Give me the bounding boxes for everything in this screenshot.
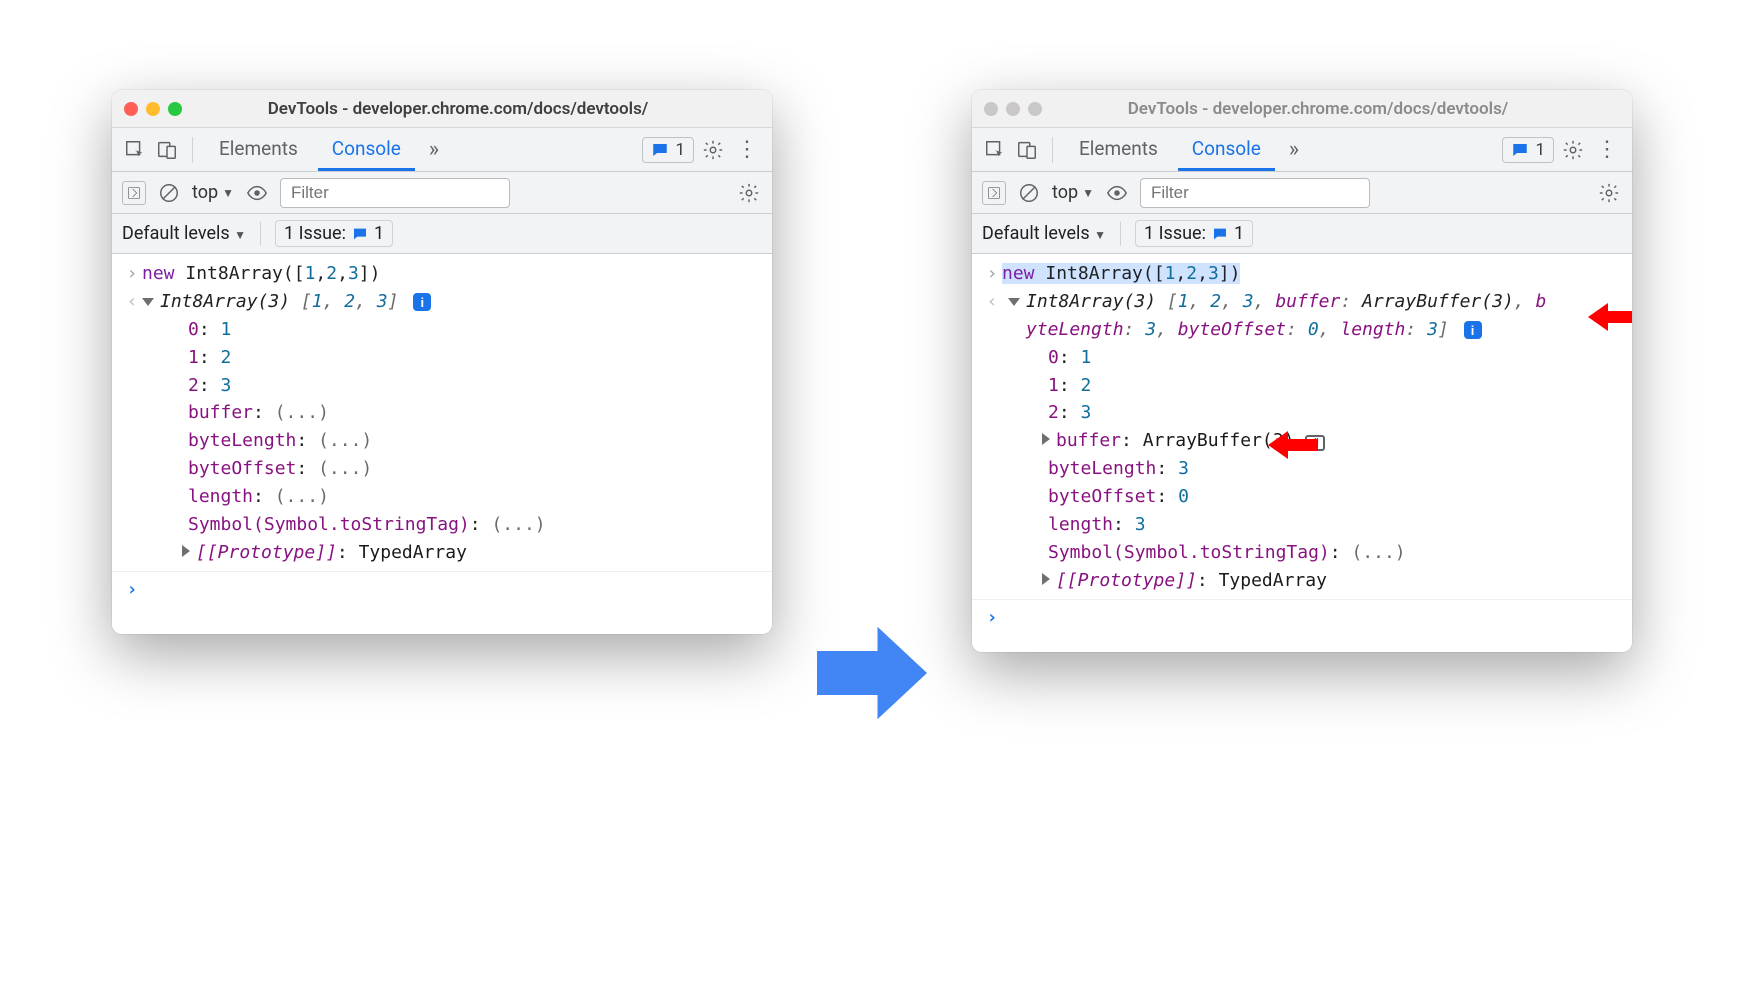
console-prompt[interactable]: › <box>972 604 1632 632</box>
tab-console[interactable]: Console <box>318 128 415 171</box>
window-title: DevTools - developer.chrome.com/docs/dev… <box>196 99 760 119</box>
console-result[interactable]: ‹ Int8Array(3) [1, 2, 3] i <box>112 288 772 316</box>
prototype-row[interactable]: [[Prototype]]: TypedArray <box>972 567 1632 595</box>
message-icon <box>1212 226 1228 242</box>
clear-console-icon[interactable] <box>156 180 182 206</box>
callout-arrow-icon <box>1268 428 1318 467</box>
object-property[interactable]: byteOffset: (...) <box>112 455 772 483</box>
issues-badge[interactable]: 1 <box>642 137 694 163</box>
message-icon <box>1511 141 1529 159</box>
info-icon[interactable]: i <box>1464 321 1482 339</box>
issues-count: 1 <box>675 140 685 160</box>
object-property[interactable]: Symbol(Symbol.toStringTag): (...) <box>112 511 772 539</box>
console-toolbar: top▼ <box>972 172 1632 214</box>
tabs-overflow[interactable]: » <box>1281 137 1307 162</box>
prototype-row[interactable]: [[Prototype]]: TypedArray <box>112 539 772 567</box>
console-prompt[interactable]: › <box>112 576 772 604</box>
object-property[interactable]: Symbol(Symbol.toStringTag): (...) <box>972 539 1632 567</box>
live-expression-icon[interactable] <box>1104 180 1130 206</box>
disclosure-right-icon[interactable] <box>1042 433 1050 445</box>
object-property[interactable]: 1: 2 <box>972 372 1632 400</box>
minimize-dot[interactable] <box>1006 102 1020 116</box>
titlebar: DevTools - developer.chrome.com/docs/dev… <box>972 90 1632 128</box>
message-icon <box>651 141 669 159</box>
tabs-overflow[interactable]: » <box>421 137 447 162</box>
issues-badge[interactable]: 1 <box>1502 137 1554 163</box>
gear-icon[interactable] <box>700 137 726 163</box>
object-property[interactable]: 2: 3 <box>112 372 772 400</box>
device-toggle-icon[interactable] <box>154 137 180 163</box>
traffic-lights[interactable] <box>984 102 1042 116</box>
console-toolbar2: Default levels ▼ 1 Issue: 1 <box>972 214 1632 254</box>
tab-console[interactable]: Console <box>1178 128 1275 171</box>
titlebar: DevTools - developer.chrome.com/docs/dev… <box>112 90 772 128</box>
console-output: › new Int8Array([1,2,3]) ‹ Int8Array(3) … <box>112 254 772 634</box>
transition-arrow-icon <box>812 618 932 732</box>
console-toolbar: top▼ <box>112 172 772 214</box>
object-property[interactable]: byteLength: (...) <box>112 427 772 455</box>
info-icon[interactable]: i <box>413 293 431 311</box>
object-property[interactable]: 2: 3 <box>972 399 1632 427</box>
disclosure-down-icon[interactable] <box>1008 298 1020 306</box>
disclosure-right-icon[interactable] <box>182 545 190 557</box>
console-settings-icon[interactable] <box>736 180 762 206</box>
console-input-line: › new Int8Array([1,2,3]) <box>972 260 1632 288</box>
object-property[interactable]: length: 3 <box>972 511 1632 539</box>
disclosure-down-icon[interactable] <box>142 298 154 306</box>
gear-icon[interactable] <box>1560 137 1586 163</box>
minimize-dot[interactable] <box>146 102 160 116</box>
window-title: DevTools - developer.chrome.com/docs/dev… <box>1056 99 1620 119</box>
message-icon <box>352 226 368 242</box>
issues-pill[interactable]: 1 Issue: 1 <box>275 220 393 247</box>
devtools-tabbar: Elements Console » 1 ⋮ <box>972 128 1632 172</box>
object-property[interactable]: buffer: (...) <box>112 399 772 427</box>
callout-arrow-icon <box>1588 300 1632 339</box>
live-expression-icon[interactable] <box>244 180 270 206</box>
zoom-dot[interactable] <box>1028 102 1042 116</box>
levels-selector[interactable]: Default levels ▼ <box>982 223 1106 244</box>
device-toggle-icon[interactable] <box>1014 137 1040 163</box>
object-property[interactable]: length: (...) <box>112 483 772 511</box>
tab-elements[interactable]: Elements <box>205 128 312 171</box>
close-dot[interactable] <box>124 102 138 116</box>
console-result[interactable]: ‹ Int8Array(3) [1, 2, 3, buffer: ArrayBu… <box>972 288 1632 344</box>
kebab-icon[interactable]: ⋮ <box>1592 137 1622 162</box>
context-selector[interactable]: top▼ <box>1052 182 1094 203</box>
console-settings-icon[interactable] <box>1596 180 1622 206</box>
console-toolbar2: Default levels ▼ 1 Issue: 1 <box>112 214 772 254</box>
inspect-icon[interactable] <box>982 137 1008 163</box>
zoom-dot[interactable] <box>168 102 182 116</box>
kebab-icon[interactable]: ⋮ <box>732 137 762 162</box>
object-property[interactable]: 1: 2 <box>112 344 772 372</box>
disclosure-right-icon[interactable] <box>1042 573 1050 585</box>
inspect-icon[interactable] <box>122 137 148 163</box>
filter-input[interactable] <box>1140 178 1370 208</box>
object-property[interactable]: 0: 1 <box>112 316 772 344</box>
clear-console-icon[interactable] <box>1016 180 1042 206</box>
console-input-line: › new Int8Array([1,2,3]) <box>112 260 772 288</box>
issues-pill[interactable]: 1 Issue: 1 <box>1135 220 1253 247</box>
devtools-tabbar: Elements Console » 1 ⋮ <box>112 128 772 172</box>
devtools-window-before: DevTools - developer.chrome.com/docs/dev… <box>112 90 772 634</box>
object-property[interactable]: byteOffset: 0 <box>972 483 1632 511</box>
tab-elements[interactable]: Elements <box>1065 128 1172 171</box>
object-property[interactable]: 0: 1 <box>972 344 1632 372</box>
close-dot[interactable] <box>984 102 998 116</box>
sidebar-toggle-icon[interactable] <box>982 181 1006 205</box>
sidebar-toggle-icon[interactable] <box>122 181 146 205</box>
devtools-window-after: DevTools - developer.chrome.com/docs/dev… <box>972 90 1632 652</box>
levels-selector[interactable]: Default levels ▼ <box>122 223 246 244</box>
filter-input[interactable] <box>280 178 510 208</box>
separator <box>192 137 193 163</box>
context-selector[interactable]: top▼ <box>192 182 234 203</box>
traffic-lights[interactable] <box>124 102 182 116</box>
